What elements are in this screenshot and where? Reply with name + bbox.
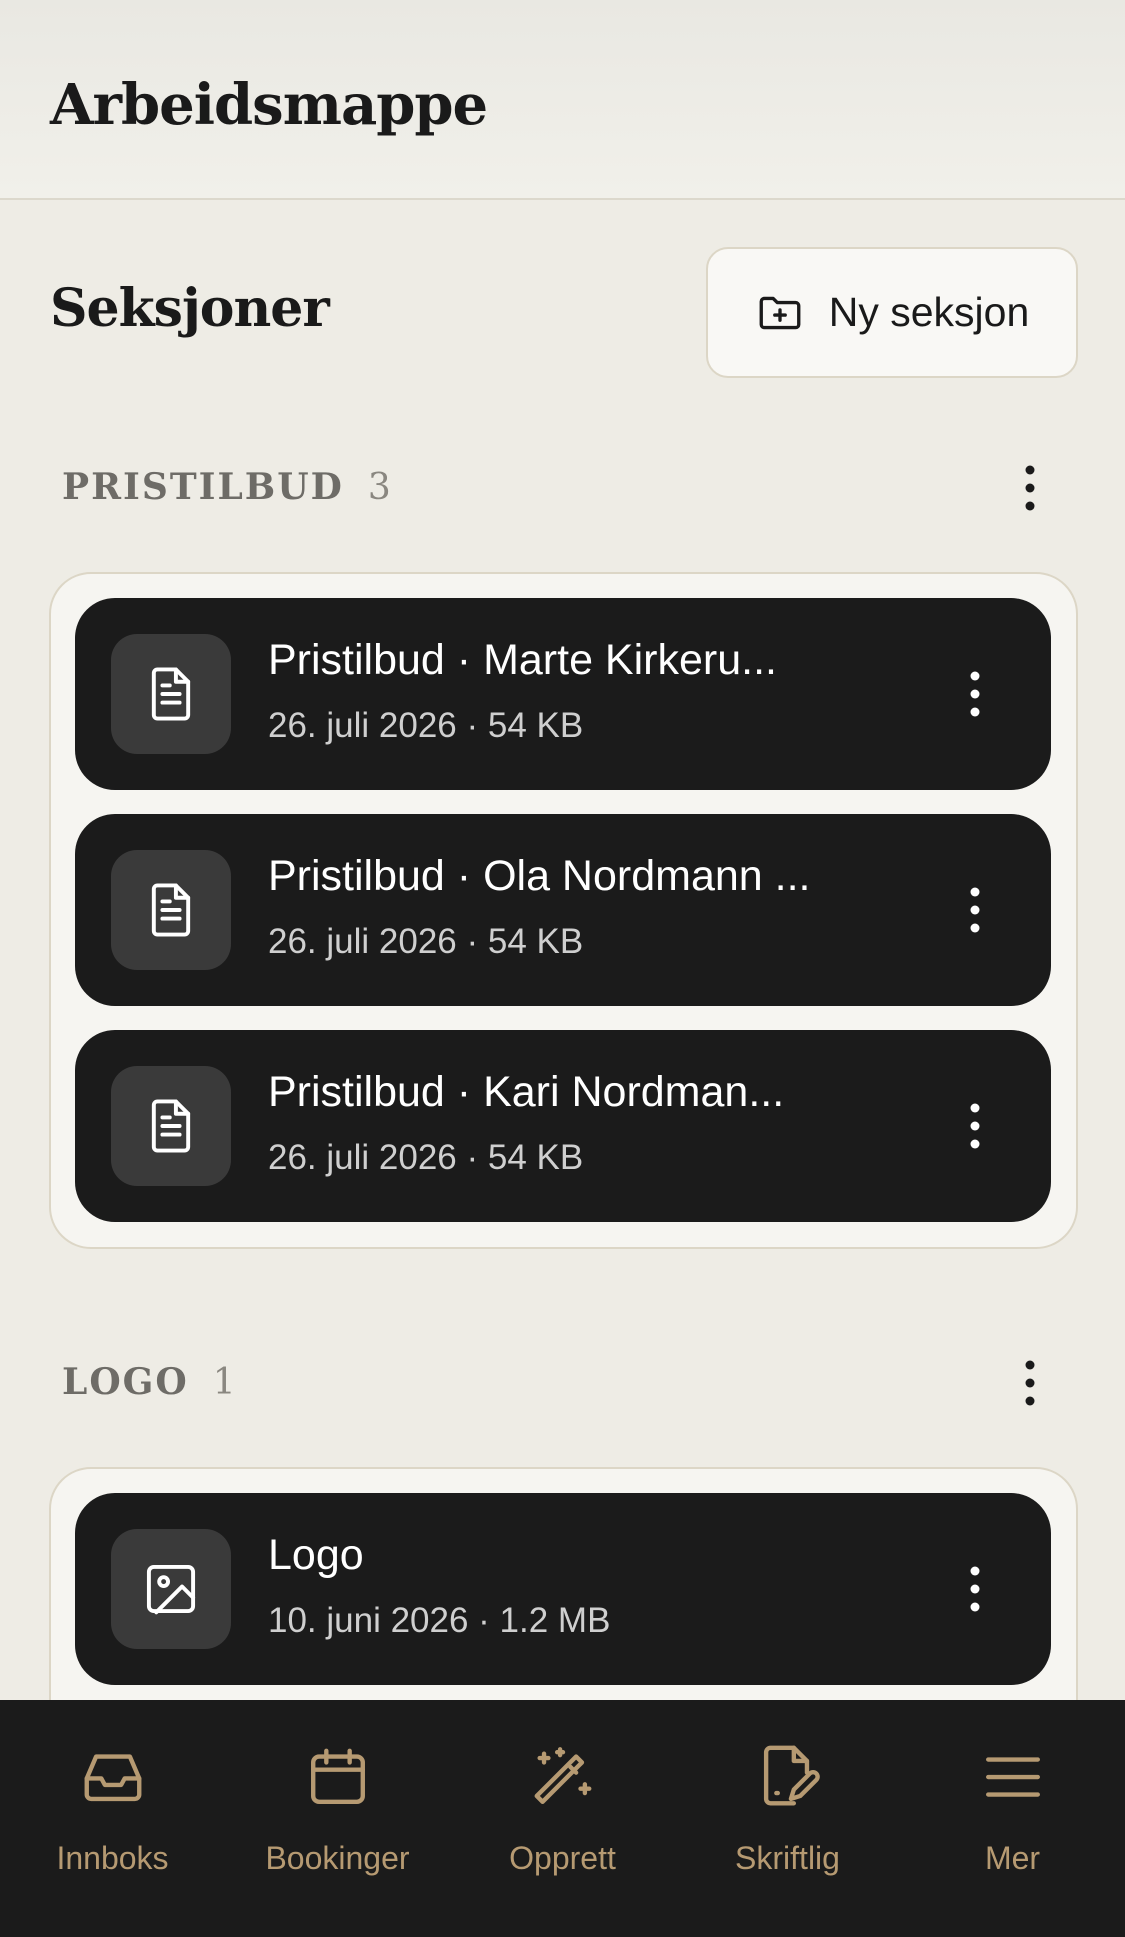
nav-item-mer[interactable]: Mer xyxy=(900,1700,1125,1937)
nav-label: Innboks xyxy=(56,1840,169,1876)
nav-item-opprett[interactable]: Opprett xyxy=(450,1700,675,1937)
more-vertical-icon xyxy=(970,1103,980,1149)
file-meta: 26. juli 2026 · 54 KB xyxy=(268,1138,584,1177)
file-options-button[interactable] xyxy=(945,880,1005,940)
document-sign-icon xyxy=(763,1745,820,1806)
file-options-button[interactable] xyxy=(945,1559,1005,1619)
folder-plus-icon xyxy=(759,296,801,329)
file-title: Pristilbud · Ola Nordmann ... xyxy=(268,852,811,900)
more-vertical-icon xyxy=(1025,1360,1035,1406)
file-row[interactable]: Pristilbud · Ola Nordmann ... 26. juli 2… xyxy=(75,814,1051,1006)
file-icon-box xyxy=(111,634,231,754)
bottom-nav: Innboks Bookinger Opprett Skriftlig Mer xyxy=(0,1700,1125,1937)
section-name: LOGO xyxy=(62,1361,189,1403)
calendar-icon xyxy=(310,1748,365,1804)
file-icon-box xyxy=(111,850,231,970)
file-row[interactable]: Pristilbud · Marte Kirkeru... 26. juli 2… xyxy=(75,598,1051,790)
document-icon xyxy=(151,667,191,721)
more-vertical-icon xyxy=(1025,465,1035,511)
new-section-button[interactable]: Ny seksjon xyxy=(706,247,1078,378)
nav-label: Opprett xyxy=(509,1840,616,1876)
nav-item-skriftlig[interactable]: Skriftlig xyxy=(675,1700,900,1937)
magic-wand-icon xyxy=(534,1747,591,1804)
file-title: Logo xyxy=(268,1531,364,1579)
section-label-pristilbud: PRISTILBUD 3 xyxy=(62,466,393,508)
more-vertical-icon xyxy=(970,1566,980,1612)
file-meta: 26. juli 2026 · 54 KB xyxy=(268,922,584,961)
file-meta: 26. juli 2026 · 54 KB xyxy=(268,706,584,745)
file-options-button[interactable] xyxy=(945,1096,1005,1156)
file-icon-box xyxy=(111,1529,231,1649)
file-title: Pristilbud · Kari Nordman... xyxy=(268,1068,785,1116)
page-title: Arbeidsmappe xyxy=(50,72,488,138)
section-label-logo: LOGO 1 xyxy=(62,1361,238,1403)
nav-label: Skriftlig xyxy=(735,1840,840,1876)
nav-item-bookinger[interactable]: Bookinger xyxy=(225,1700,450,1937)
document-icon xyxy=(151,1099,191,1153)
top-header: Arbeidsmappe xyxy=(0,0,1125,200)
document-icon xyxy=(151,883,191,937)
menu-icon xyxy=(985,1757,1040,1797)
section-options-button[interactable] xyxy=(1010,1353,1050,1413)
more-vertical-icon xyxy=(970,887,980,933)
nav-item-innboks[interactable]: Innboks xyxy=(0,1700,225,1937)
section-count: 1 xyxy=(212,1362,238,1403)
section-options-button[interactable] xyxy=(1010,458,1050,518)
nav-label: Mer xyxy=(984,1840,1041,1876)
section-count: 3 xyxy=(367,467,393,508)
app-screen: Arbeidsmappe Seksjoner Ny seksjon PRISTI… xyxy=(0,0,1125,1937)
new-section-label: Ny seksjon xyxy=(828,289,1030,335)
inbox-icon xyxy=(84,1754,141,1802)
image-icon xyxy=(146,1564,196,1615)
file-icon-box xyxy=(111,1066,231,1186)
more-vertical-icon xyxy=(970,671,980,717)
file-options-button[interactable] xyxy=(945,664,1005,724)
file-row[interactable]: Logo 10. juni 2026 · 1.2 MB xyxy=(75,1493,1051,1685)
file-title: Pristilbud · Marte Kirkeru... xyxy=(268,636,777,684)
section-name: PRISTILBUD xyxy=(62,466,344,508)
sections-heading: Seksjoner xyxy=(50,278,330,339)
nav-label: Bookinger xyxy=(265,1840,410,1876)
file-meta: 10. juni 2026 · 1.2 MB xyxy=(268,1601,611,1640)
file-row[interactable]: Pristilbud · Kari Nordman... 26. juli 20… xyxy=(75,1030,1051,1222)
